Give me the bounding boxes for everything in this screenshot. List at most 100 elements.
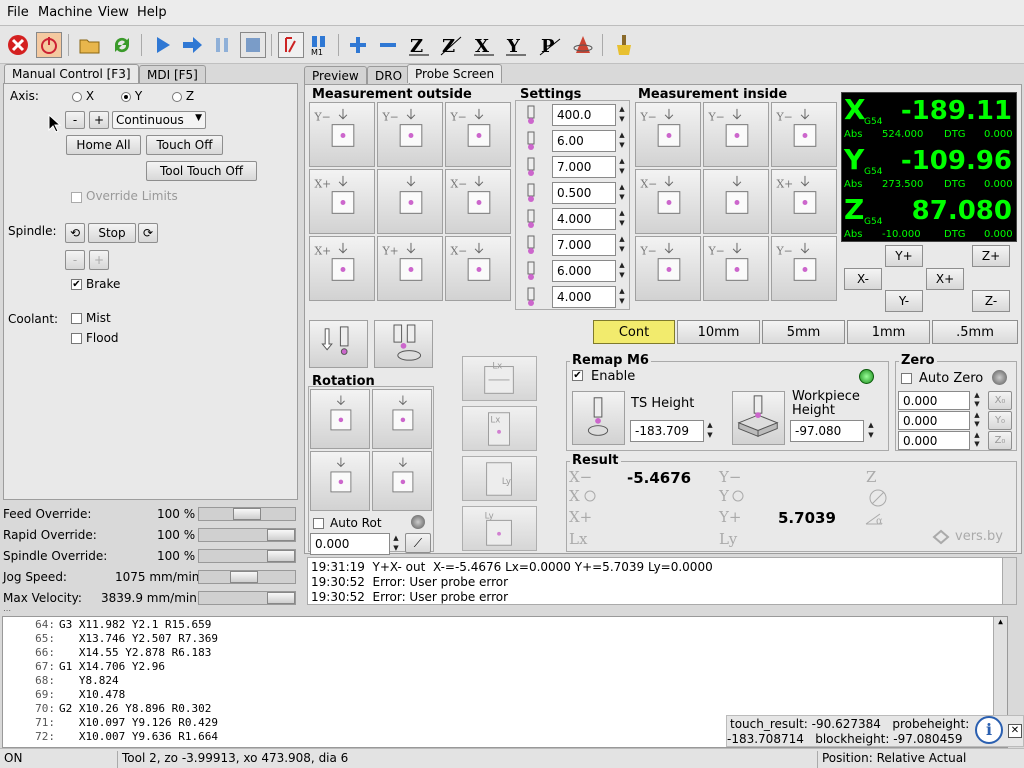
rotation-probe-4-button[interactable] <box>372 451 432 511</box>
setting-spin-icon[interactable]: ▲ ▼ <box>617 156 627 178</box>
spindle-plus-button[interactable]: + <box>89 250 109 270</box>
menu-help[interactable]: Help <box>137 5 167 20</box>
setting-spin-icon[interactable]: ▲ ▼ <box>617 260 627 282</box>
jog-speed-slider[interactable] <box>198 570 296 584</box>
lx-inside-button[interactable]: Lx <box>462 406 537 451</box>
stop-icon[interactable] <box>240 32 266 58</box>
spindle-stop-button[interactable]: Stop <box>88 223 136 243</box>
axis-z-radio[interactable]: Z <box>172 89 194 103</box>
view-x-icon[interactable]: X <box>471 32 497 58</box>
rotation-probe-3-button[interactable] <box>310 451 370 511</box>
zero-x-spin-icon[interactable]: ▲ ▼ <box>972 391 982 410</box>
view-y-icon[interactable]: Y <box>503 32 529 58</box>
workpiece-height-button[interactable] <box>732 391 785 445</box>
rotation-probe-1-button[interactable] <box>310 389 370 449</box>
setting-input[interactable]: 7.000 <box>552 156 616 178</box>
spindle-override-slider[interactable] <box>198 549 296 563</box>
setting-spin-icon[interactable]: ▲ ▼ <box>617 208 627 230</box>
inside-probe-1-button[interactable]: Y− <box>635 102 701 167</box>
tab-dro[interactable]: DRO <box>367 66 411 84</box>
menu-machine[interactable]: Machine <box>38 5 92 20</box>
ly-outside-button[interactable]: Ly <box>462 456 537 501</box>
menu-view[interactable]: View <box>98 5 129 20</box>
power-icon[interactable] <box>36 32 62 58</box>
resize-grip-icon[interactable]: ⋯ <box>3 606 23 615</box>
step-05mm-button[interactable]: .5mm <box>932 320 1018 344</box>
setting-input[interactable]: 400.0 <box>552 104 616 126</box>
setting-input[interactable]: 6.00 <box>552 130 616 152</box>
message-scrollbar[interactable] <box>1002 558 1016 604</box>
rotate-view-icon[interactable] <box>570 32 596 58</box>
jog-mode-select[interactable]: Continuous ▼ <box>112 111 206 129</box>
block-delete-icon[interactable] <box>278 32 304 58</box>
jog-x-minus-button[interactable]: X- <box>844 268 882 290</box>
setting-spin-icon[interactable]: ▲ ▼ <box>617 234 627 256</box>
ly-inside-button[interactable]: Ly <box>462 506 537 551</box>
workpiece-spin-icon[interactable]: ▲ ▼ <box>866 420 876 442</box>
inside-probe-4-button[interactable]: X− <box>635 169 701 234</box>
outside-probe-4-button[interactable]: X+ <box>309 169 375 234</box>
ts-height-input[interactable]: -183.709 <box>630 420 704 442</box>
jog-plus-button[interactable]: + <box>89 111 109 129</box>
setting-input[interactable]: 0.500 <box>552 182 616 204</box>
rotation-angle-input[interactable]: 0.000 <box>310 533 390 555</box>
setting-spin-icon[interactable]: ▲ ▼ <box>617 286 627 308</box>
gcode-line[interactable]: 69: X10.478 <box>3 688 125 702</box>
inside-probe-5-button[interactable] <box>703 169 769 234</box>
inside-probe-7-button[interactable]: Y− <box>635 236 701 301</box>
flood-checkbox[interactable] <box>71 333 82 344</box>
inside-probe-2-button[interactable]: Y− <box>703 102 769 167</box>
run-icon[interactable] <box>150 32 176 58</box>
inside-probe-8-button[interactable]: Y− <box>703 236 769 301</box>
step-10mm-button[interactable]: 10mm <box>677 320 760 344</box>
jog-z-minus-button[interactable]: Z- <box>972 290 1010 312</box>
pause-icon[interactable] <box>210 32 236 58</box>
gcode-line[interactable]: 67: G1 X14.706 Y2.96 <box>3 660 165 674</box>
outside-probe-7-button[interactable]: X+ <box>309 236 375 301</box>
home-all-button[interactable]: Home All <box>66 135 141 155</box>
view-z-icon[interactable]: Z <box>406 32 432 58</box>
zero-x-button[interactable]: X₀ <box>988 391 1012 410</box>
open-icon[interactable] <box>77 32 103 58</box>
gcode-line[interactable]: 65: X13.746 Y2.507 R7.369 <box>3 632 218 646</box>
outside-probe-3-button[interactable]: Y− <box>445 102 511 167</box>
spindle-minus-button[interactable]: - <box>65 250 85 270</box>
optional-stop-icon[interactable]: M1 <box>306 32 332 58</box>
setting-input[interactable]: 4.000 <box>552 286 616 308</box>
tab-probe-screen[interactable]: Probe Screen <box>407 64 503 83</box>
rotation-probe-2-button[interactable] <box>372 389 432 449</box>
max-velocity-slider[interactable] <box>198 591 296 605</box>
enable-checkbox[interactable]: ✔ <box>572 370 583 381</box>
ts-height-spin-icon[interactable]: ▲ ▼ <box>705 420 715 442</box>
auto-rot-checkbox[interactable] <box>313 518 324 529</box>
probe-down-button[interactable] <box>309 320 368 368</box>
step-5mm-button[interactable]: 5mm <box>762 320 845 344</box>
rotation-apply-icon[interactable]: ⟋ <box>405 533 431 553</box>
mist-checkbox[interactable] <box>71 313 82 324</box>
zero-z-spin-icon[interactable]: ▲ ▼ <box>972 431 982 450</box>
setting-input[interactable]: 4.000 <box>552 208 616 230</box>
tool-touch-off-button[interactable]: Tool Touch Off <box>146 161 257 181</box>
outside-probe-9-button[interactable]: X− <box>445 236 511 301</box>
zoom-in-icon[interactable] <box>345 32 371 58</box>
outside-probe-1-button[interactable]: Y− <box>309 102 375 167</box>
setting-spin-icon[interactable]: ▲ ▼ <box>617 182 627 204</box>
clear-plot-icon[interactable] <box>611 32 637 58</box>
axis-x-radio[interactable]: X <box>72 89 94 103</box>
tool-length-button[interactable] <box>374 320 433 368</box>
zero-z-input[interactable]: 0.000 <box>898 431 970 450</box>
outside-probe-6-button[interactable]: X− <box>445 169 511 234</box>
inside-probe-9-button[interactable]: Y− <box>771 236 837 301</box>
gcode-line[interactable]: 72: X10.007 Y9.636 R1.664 <box>3 730 218 744</box>
estop-icon[interactable] <box>5 32 31 58</box>
close-icon[interactable]: ✕ <box>1008 724 1022 738</box>
tab-mdi[interactable]: MDI [F5] <box>139 65 206 84</box>
jog-y-plus-button[interactable]: Y+ <box>885 245 923 267</box>
gcode-line[interactable]: 66: X14.55 Y2.878 R6.183 <box>3 646 211 660</box>
brake-checkbox[interactable]: ✔ <box>71 279 82 290</box>
gcode-line[interactable]: 64: G3 X11.982 Y2.1 R15.659 <box>3 618 211 632</box>
setting-input[interactable]: 7.000 <box>552 234 616 256</box>
zero-x-input[interactable]: 0.000 <box>898 391 970 410</box>
view-z2-icon[interactable]: Z <box>438 32 464 58</box>
tab-manual-control[interactable]: Manual Control [F3] <box>4 64 139 83</box>
